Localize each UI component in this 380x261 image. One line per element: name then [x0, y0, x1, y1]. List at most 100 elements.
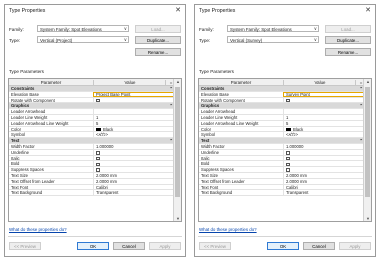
checkbox[interactable]: [96, 151, 100, 155]
family-value: System Family: Spot Elevations: [230, 27, 292, 32]
parameter-name: Suppress Spaces: [11, 167, 44, 173]
column-parameter: Parameter: [230, 80, 252, 85]
scroll-thumb[interactable]: [175, 87, 180, 197]
help-link[interactable]: What do these properties do?: [9, 227, 67, 232]
parameter-name: Text Size: [201, 172, 218, 178]
parameter-row[interactable]: Text Background Transparent: [9, 190, 175, 197]
close-icon[interactable]: ✕: [175, 7, 181, 14]
parameter-name: Text Font: [201, 184, 219, 190]
parameter-value[interactable]: 2.0000 mm: [283, 178, 365, 184]
parameter-row[interactable]: Text Background Transparent: [199, 190, 365, 197]
parameter-value-cell[interactable]: [283, 97, 365, 103]
apply-button[interactable]: Apply: [339, 242, 371, 250]
parameters-grid[interactable]: Parameter Value = Constraints ⌃ Elevation Bas…: [8, 78, 182, 222]
type-dropdown[interactable]: Vertical (Survey) ∨: [227, 36, 319, 43]
checkbox[interactable]: [96, 168, 100, 172]
type-properties-dialog: Type Properties ✕ Family: System Family: Sp…: [194, 4, 376, 257]
parameter-value-cell[interactable]: [283, 167, 365, 173]
ok-button[interactable]: OK: [77, 242, 109, 250]
parameter-name: Suppress Spaces: [201, 167, 234, 173]
parameter-name: Rotate with Component: [201, 97, 245, 103]
family-dropdown[interactable]: System Family: Spot Elevations ∨: [227, 25, 319, 32]
vertical-scrollbar[interactable]: ▲ ▼: [363, 79, 371, 221]
parameter-name: Underline: [201, 149, 219, 155]
parameter-value-cell[interactable]: [283, 155, 365, 161]
parameter-name: Rotate with Component: [11, 97, 55, 103]
chevron-down-icon: ∨: [123, 26, 127, 31]
parameter-value-cell[interactable]: [93, 97, 175, 103]
family-dropdown[interactable]: System Family: Spot Elevations ∨: [37, 25, 129, 32]
parameter-value[interactable]: Transparent: [283, 190, 365, 196]
scroll-up-icon[interactable]: ▲: [364, 79, 371, 84]
parameter-value[interactable]: Project Base Point: [93, 91, 175, 97]
parameter-value[interactable]: <ללא>: [93, 132, 175, 138]
checkbox[interactable]: [286, 162, 290, 167]
parameter-value-cell[interactable]: [93, 161, 175, 167]
checkbox[interactable]: [286, 156, 290, 161]
parameter-value[interactable]: 1.000000: [283, 143, 365, 149]
parameter-name: Bold: [201, 161, 210, 167]
parameter-value: Black: [103, 126, 114, 132]
checkbox[interactable]: [286, 168, 290, 172]
parameter-value[interactable]: [283, 109, 365, 115]
preview-button[interactable]: << Preview: [199, 242, 231, 250]
parameter-value-cell[interactable]: Black: [93, 126, 175, 132]
color-swatch: [96, 127, 101, 132]
parameter-value-cell[interactable]: Black: [283, 126, 365, 132]
checkbox[interactable]: [96, 162, 100, 167]
duplicate-button[interactable]: Duplicate...: [135, 36, 181, 44]
cancel-button[interactable]: Cancel: [303, 242, 335, 250]
checkbox[interactable]: [96, 156, 100, 161]
scroll-down-icon[interactable]: ▼: [174, 216, 181, 221]
family-value: System Family: Spot Elevations: [40, 27, 102, 32]
parameter-value[interactable]: [93, 109, 175, 115]
parameter-value[interactable]: Calibri: [283, 184, 365, 190]
load-button[interactable]: Load...: [325, 25, 371, 33]
cancel-button[interactable]: Cancel: [113, 242, 145, 250]
apply-button[interactable]: Apply: [149, 242, 181, 250]
vertical-scrollbar[interactable]: ▲ ▼: [173, 79, 181, 221]
family-label: Family:: [9, 27, 24, 32]
parameter-value-cell[interactable]: [283, 149, 365, 155]
rename-button[interactable]: Rename...: [325, 48, 371, 56]
checkbox[interactable]: [96, 98, 100, 103]
parameter-value: Black: [293, 126, 304, 132]
duplicate-button[interactable]: Duplicate...: [325, 36, 371, 44]
close-icon[interactable]: ✕: [365, 7, 371, 14]
scroll-up-icon[interactable]: ▲: [174, 79, 181, 84]
parameter-value[interactable]: 2.0000 mm: [93, 178, 175, 184]
parameter-value-cell[interactable]: [93, 167, 175, 173]
parameter-name: Symbol: [201, 132, 215, 138]
parameter-name: Bold: [11, 161, 20, 167]
parameter-value[interactable]: 5: [283, 120, 365, 126]
rename-button[interactable]: Rename...: [135, 48, 181, 56]
parameter-value[interactable]: <ללא>: [283, 132, 365, 138]
type-dropdown[interactable]: Vertical (Project) ∨: [37, 36, 129, 43]
preview-button[interactable]: << Preview: [9, 242, 41, 250]
help-link[interactable]: What do these properties do?: [199, 227, 257, 232]
parameter-value-cell[interactable]: [93, 149, 175, 155]
parameter-value[interactable]: 2.0000 mm: [93, 172, 175, 178]
grid-header: Parameter Value =: [9, 79, 175, 86]
ok-button[interactable]: OK: [267, 242, 299, 250]
parameter-value[interactable]: 5: [93, 120, 175, 126]
parameter-value[interactable]: 2.0000 mm: [283, 172, 365, 178]
scroll-down-icon[interactable]: ▼: [364, 216, 371, 221]
load-button[interactable]: Load...: [135, 25, 181, 33]
parameter-value[interactable]: 1: [283, 114, 365, 120]
grid-header: Parameter Value =: [199, 79, 365, 86]
type-parameters-label: Type Parameters: [199, 69, 234, 74]
parameter-name: Italic: [201, 155, 210, 161]
parameter-value[interactable]: 1: [93, 114, 175, 120]
parameter-name: Text Size: [11, 172, 28, 178]
parameter-value-cell[interactable]: [283, 161, 365, 167]
checkbox[interactable]: [286, 151, 290, 155]
parameter-value[interactable]: Transparent: [93, 190, 175, 196]
scroll-thumb[interactable]: [365, 87, 370, 197]
parameter-value[interactable]: Calibri: [93, 184, 175, 190]
parameter-value-cell[interactable]: [93, 155, 175, 161]
checkbox[interactable]: [286, 98, 290, 103]
parameters-grid[interactable]: Parameter Value = Constraints ⌃ Elevation Bas…: [198, 78, 372, 222]
parameter-value[interactable]: Survey Point: [283, 91, 365, 97]
parameter-value[interactable]: 1.000000: [93, 143, 175, 149]
